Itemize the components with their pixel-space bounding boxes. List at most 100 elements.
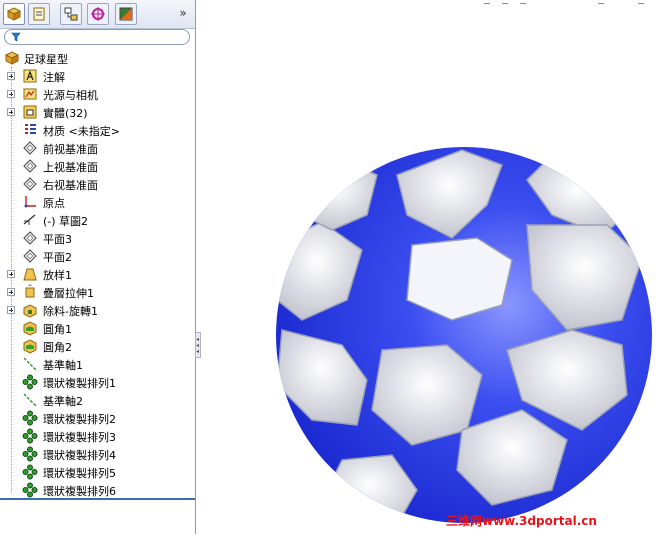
tree-item[interactable]: 疊層拉伸1 xyxy=(0,283,195,301)
part-icon xyxy=(4,51,20,65)
tree-item-label: 注解 xyxy=(43,71,65,84)
tree-item-label: 上视基准面 xyxy=(43,161,98,174)
filter-icon xyxy=(11,32,21,42)
tree-item[interactable]: 光源与相机 xyxy=(0,85,195,103)
circular-pattern-icon xyxy=(22,464,38,480)
tree-item-label: 環狀複製排列2 xyxy=(43,413,116,426)
tree-item-label: 除料-旋轉1 xyxy=(43,305,98,318)
tree-item[interactable]: 環狀複製排列1 xyxy=(0,373,195,391)
lights-cameras-icon xyxy=(23,88,37,100)
plane-icon xyxy=(23,249,37,263)
origin-icon xyxy=(24,196,36,208)
tree-item[interactable]: 環狀複製排列6 xyxy=(0,481,195,499)
extrude-icon xyxy=(25,284,35,298)
watermark-text: 三维网www.3dportal.cn xyxy=(446,514,597,528)
graphics-viewport[interactable] xyxy=(202,0,667,534)
axis-icon xyxy=(23,357,37,371)
featuremanager-tab[interactable] xyxy=(3,3,25,25)
dimxpert-tab[interactable] xyxy=(87,3,109,25)
tree-item[interactable]: 原点 xyxy=(0,193,195,211)
circular-pattern-icon xyxy=(22,374,38,390)
plane-icon xyxy=(23,177,37,191)
tree-item-label: 基準軸1 xyxy=(43,359,83,372)
tree-item-label: 環狀複製排列1 xyxy=(43,377,116,390)
material-icon xyxy=(25,124,36,134)
tree-item-label: 實體(32) xyxy=(43,107,88,120)
tree-item[interactable]: 圓角1 xyxy=(0,319,195,337)
expand-toggle[interactable] xyxy=(7,90,15,98)
expand-toggle[interactable] xyxy=(7,108,15,116)
configurationmanager-tab[interactable] xyxy=(60,3,82,25)
tree-item[interactable]: 平面3 xyxy=(0,229,195,247)
panel-splitter-handle[interactable]: ◂ ◂ ◂ xyxy=(195,332,201,358)
tree-item[interactable]: 注解 xyxy=(0,67,195,85)
tree-filter-input[interactable] xyxy=(4,29,190,45)
display-manager-tab[interactable] xyxy=(115,3,137,25)
tree-item[interactable]: 環狀複製排列4 xyxy=(0,445,195,463)
propertymanager-tab[interactable] xyxy=(28,3,50,25)
circular-pattern-icon xyxy=(22,428,38,444)
tree-item[interactable]: 上视基准面 xyxy=(0,157,195,175)
dimxpert-icon xyxy=(91,7,105,21)
propertymanager-icon xyxy=(33,7,45,21)
sketch-icon xyxy=(23,214,36,225)
tree-item[interactable]: 前视基准面 xyxy=(0,139,195,157)
tree-item[interactable]: 環狀複製排列5 xyxy=(0,463,195,481)
tree-item[interactable]: 放样1 xyxy=(0,265,195,283)
tree-item-label: 材质 <未指定> xyxy=(43,125,120,138)
expand-toggle[interactable] xyxy=(7,270,15,278)
manager-tab-bar: » xyxy=(0,0,195,29)
tree-item-label: 光源与相机 xyxy=(43,89,98,102)
fillet-icon xyxy=(23,321,37,336)
circular-pattern-icon xyxy=(22,446,38,462)
tree-item[interactable]: 圓角2 xyxy=(0,337,195,355)
tree-item-label: 環狀複製排列5 xyxy=(43,467,116,480)
revolve-cut-icon xyxy=(23,304,37,318)
tree-item-label: (-) 草圖2 xyxy=(43,215,89,228)
circular-pattern-icon xyxy=(22,482,38,498)
soccer-ball-model[interactable] xyxy=(202,0,667,534)
expand-panel-button[interactable]: » xyxy=(176,6,190,20)
tree-item[interactable]: 環狀複製排列2 xyxy=(0,409,195,427)
tree-item[interactable]: 材质 <未指定> xyxy=(0,121,195,139)
tree-item-label: 平面3 xyxy=(43,233,72,246)
tree-item-label: 疊層拉伸1 xyxy=(43,287,94,300)
expand-toggle[interactable] xyxy=(7,72,15,80)
tree-item[interactable]: 實體(32) xyxy=(0,103,195,121)
tree-item-label: 圓角1 xyxy=(43,323,72,336)
tree-bottom-divider xyxy=(0,498,195,500)
solid-bodies-icon xyxy=(23,105,37,119)
tree-item[interactable]: (-) 草圖2 xyxy=(0,211,195,229)
tree-item-label: 圓角2 xyxy=(43,341,72,354)
axis-icon xyxy=(23,393,37,407)
tree-item-label: 前视基准面 xyxy=(43,143,98,156)
display-manager-icon xyxy=(119,7,133,21)
plane-icon xyxy=(23,231,37,245)
tree-item[interactable]: 基準軸2 xyxy=(0,391,195,409)
tree-item-label: 平面2 xyxy=(43,251,72,264)
feature-manager-panel: » 足球星型 注解光源与相机實體(32) 材质 <未指定> 前视基准面上视基准面右视… xyxy=(0,0,196,534)
tree-root[interactable]: 足球星型 xyxy=(0,49,195,67)
tree-item-label: 基準軸2 xyxy=(43,395,83,408)
plane-icon xyxy=(23,141,37,155)
tree-item-label: 原点 xyxy=(43,197,65,210)
tree-item[interactable]: 環狀複製排列3 xyxy=(0,427,195,445)
tree-item-label: 環狀複製排列6 xyxy=(43,485,116,498)
tree-item[interactable]: 除料-旋轉1 xyxy=(0,301,195,319)
tree-item-label: 放样1 xyxy=(43,269,72,282)
tree-item-label: 右视基准面 xyxy=(43,179,98,192)
annotation-icon xyxy=(23,69,37,83)
expand-toggle[interactable] xyxy=(7,306,15,314)
plane-icon xyxy=(23,159,37,173)
tree-root-label: 足球星型 xyxy=(24,53,68,66)
tree-item[interactable]: 基準軸1 xyxy=(0,355,195,373)
fillet-icon xyxy=(23,339,37,354)
tree-item-label: 環狀複製排列3 xyxy=(43,431,116,444)
configurationmanager-icon xyxy=(64,7,78,21)
loft-icon xyxy=(23,268,37,281)
tree-item-label: 環狀複製排列4 xyxy=(43,449,116,462)
circular-pattern-icon xyxy=(22,410,38,426)
tree-item[interactable]: 平面2 xyxy=(0,247,195,265)
expand-toggle[interactable] xyxy=(7,288,15,296)
tree-item[interactable]: 右视基准面 xyxy=(0,175,195,193)
